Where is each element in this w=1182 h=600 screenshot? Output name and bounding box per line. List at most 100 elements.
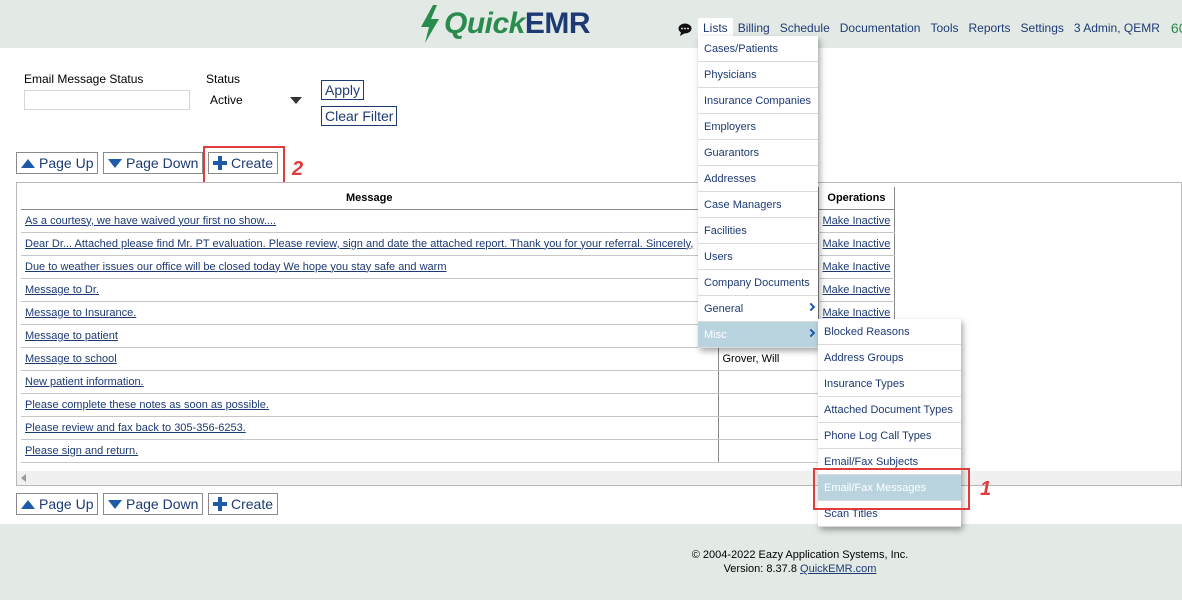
top-nav: Lists Billing Schedule Documentation Too… [698, 18, 1182, 38]
session-counter: 60 [1170, 20, 1182, 36]
menu-item-misc[interactable]: Misc [698, 322, 818, 348]
chevron-right-icon [806, 328, 816, 338]
nav-reports[interactable]: Reports [963, 18, 1015, 38]
callout-box-2 [203, 146, 285, 184]
clear-filter-button[interactable]: Clear Filter [321, 106, 398, 126]
triangle-up-icon [21, 158, 35, 168]
caret-down-icon [290, 97, 302, 104]
menu-item-insurance-companies[interactable]: Insurance Companies [698, 88, 818, 114]
table-row: Please complete these notes as soon as p… [21, 393, 896, 417]
nav-user[interactable]: 3 Admin, QEMR [1069, 18, 1165, 38]
status-select-value: Active [210, 93, 243, 107]
make-inactive-link[interactable]: Make Inactive [823, 284, 891, 296]
logo-quick: Quick [444, 7, 525, 40]
triangle-up-icon [21, 499, 35, 509]
message-link[interactable]: Message to Dr. [25, 284, 99, 296]
email-status-input[interactable] [24, 90, 190, 110]
status-label: Status [206, 72, 241, 86]
message-link[interactable]: As a courtesy, we have waived your first… [25, 215, 276, 227]
message-link[interactable]: New patient information. [25, 376, 144, 388]
table-row: Message to school Grover, Will [21, 347, 896, 371]
chevron-right-icon [806, 302, 816, 312]
triangle-down-icon [108, 499, 122, 509]
menu-item-phone-log-call-types[interactable]: Phone Log Call Types [818, 423, 961, 449]
table-row: Please sign and return. [21, 439, 896, 463]
page-down-button-top[interactable]: Page Down [103, 152, 204, 174]
menu-item-addresses[interactable]: Addresses [698, 166, 818, 192]
nav-lists[interactable]: Lists [698, 18, 733, 38]
row-user [718, 416, 819, 440]
nav-tools[interactable]: Tools [925, 18, 963, 38]
row-user [718, 393, 819, 417]
page-up-button-bottom[interactable]: Page Up [16, 493, 99, 515]
menu-item-case-managers[interactable]: Case Managers [698, 192, 818, 218]
page-down-button-bottom[interactable]: Page Down [103, 493, 204, 515]
lists-menu: Cases/Patients Physicians Insurance Comp… [698, 36, 818, 348]
footer-version-line: Version: 8.37.8 QuickEMR.com [0, 562, 1182, 576]
message-link[interactable]: Please review and fax back to 305-356-62… [25, 422, 246, 434]
page-up-label: Page Up [39, 496, 94, 512]
message-link[interactable]: Please complete these notes as soon as p… [25, 399, 269, 411]
horizontal-scrollbar[interactable] [17, 471, 1181, 485]
make-inactive-link[interactable]: Make Inactive [823, 261, 891, 273]
page-down-label: Page Down [126, 496, 199, 512]
menu-item-insurance-types[interactable]: Insurance Types [818, 371, 961, 397]
create-label: Create [231, 496, 274, 512]
message-link[interactable]: Message to Insurance. [25, 307, 136, 319]
callout-number-1: 1 [980, 478, 992, 500]
menu-item-company-documents[interactable]: Company Documents [698, 270, 818, 296]
create-button-bottom[interactable]: Create [208, 493, 279, 515]
logo-emr: EMR [524, 7, 591, 40]
make-inactive-link[interactable]: Make Inactive [823, 238, 891, 250]
footer-copyright: © 2004-2022 Eazy Application Systems, In… [691, 549, 909, 561]
main-content: Email Message Status Status Active Apply… [0, 48, 1182, 524]
table-row: New patient information. [21, 370, 896, 394]
menu-item-cases-patients[interactable]: Cases/Patients [698, 36, 818, 62]
header-operations: Operations [818, 187, 896, 210]
row-user [718, 439, 819, 463]
menu-item-general-label: General [704, 303, 744, 315]
message-link[interactable]: Please sign and return. [25, 445, 138, 457]
footer-link[interactable]: QuickEMR.com [800, 563, 876, 575]
make-inactive-link[interactable]: Make Inactive [823, 215, 891, 227]
app-logo: QuickEMR [418, 4, 591, 44]
footer-version: Version: 8.37.8 [723, 563, 797, 575]
message-link[interactable]: Due to weather issues our office will be… [25, 261, 447, 273]
scroll-left-icon[interactable] [21, 474, 26, 482]
nav-documentation[interactable]: Documentation [835, 18, 926, 38]
callout-box-1 [813, 468, 970, 510]
chat-icon[interactable] [678, 23, 692, 36]
make-inactive-link[interactable]: Make Inactive [823, 307, 891, 319]
callout-number-2: 2 [292, 158, 304, 180]
nav-billing[interactable]: Billing [733, 18, 775, 38]
apply-button[interactable]: Apply [321, 80, 365, 100]
page-down-label: Page Down [126, 155, 199, 171]
nav-schedule[interactable]: Schedule [775, 18, 835, 38]
menu-item-users[interactable]: Users [698, 244, 818, 270]
page-up-button-top[interactable]: Page Up [16, 152, 99, 174]
menu-item-general[interactable]: General [698, 296, 818, 322]
table-row: Please review and fax back to 305-356-62… [21, 416, 896, 440]
menu-item-guarantors[interactable]: Guarantors [698, 140, 818, 166]
triangle-down-icon [108, 158, 122, 168]
page-up-label: Page Up [39, 155, 94, 171]
menu-item-attached-document-types[interactable]: Attached Document Types [818, 397, 961, 423]
menu-item-physicians[interactable]: Physicians [698, 62, 818, 88]
nav-settings[interactable]: Settings [1016, 18, 1069, 38]
row-user [718, 370, 819, 394]
messages-table-container: Message Operations As a courtesy, we hav… [16, 182, 1182, 486]
lightning-bolt-icon [421, 5, 439, 43]
header-message: Message [21, 187, 719, 210]
menu-item-employers[interactable]: Employers [698, 114, 818, 140]
status-select[interactable]: Active [206, 90, 306, 110]
message-link[interactable]: Message to school [25, 353, 117, 365]
menu-item-address-groups[interactable]: Address Groups [818, 345, 961, 371]
menu-item-facilities[interactable]: Facilities [698, 218, 818, 244]
menu-item-blocked-reasons[interactable]: Blocked Reasons [818, 319, 961, 345]
plus-icon [213, 497, 227, 511]
footer: © 2004-2022 Eazy Application Systems, In… [0, 548, 1182, 576]
logo-text: QuickEMR [444, 7, 591, 41]
message-link[interactable]: Dear Dr... Attached please find Mr. PT e… [25, 238, 693, 250]
message-link[interactable]: Message to patient [25, 330, 118, 342]
email-status-label: Email Message Status [24, 72, 144, 86]
